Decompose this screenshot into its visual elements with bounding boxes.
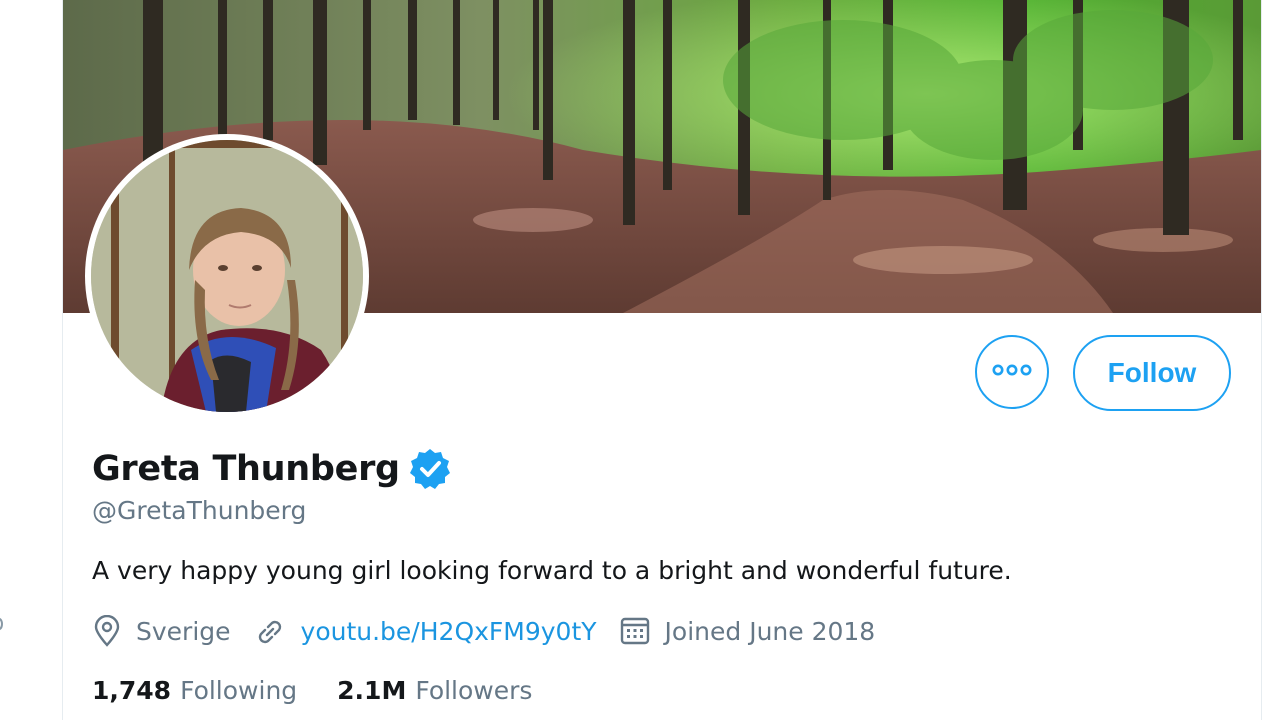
verified-badge-icon [408,447,452,491]
profile-page: Follow Greta Thunberg @GretaThunberg A v… [0,0,1280,720]
website-item: youtu.be/H2QxFM9y0tY [253,615,597,647]
display-name: Greta Thunberg [92,449,400,489]
display-name-row: Greta Thunberg [92,444,452,494]
profile-handle: @GretaThunberg [92,496,307,525]
following-stat[interactable]: 1,748 Following [92,676,297,705]
calendar-icon [619,615,651,647]
profile-avatar[interactable] [85,134,369,418]
more-options-button[interactable] [975,335,1049,409]
follow-button[interactable]: Follow [1073,335,1231,411]
profile-card: Follow Greta Thunberg @GretaThunberg A v… [62,0,1262,720]
profile-bio: A very happy young girl looking forward … [92,556,1012,585]
joined-text: Joined June 2018 [664,616,876,646]
more-horizontal-icon [992,363,1032,381]
location-pin-icon [92,615,122,647]
location-text: Sverige [136,616,231,646]
profile-stats-row: 1,748 Following 2.1M Followers [92,670,572,710]
website-link[interactable]: youtu.be/H2QxFM9y0tY [301,617,597,646]
location-item: Sverige [92,615,231,647]
following-count: 1,748 [92,675,172,705]
profile-meta-row: Sverige youtu.be/H2QxFM9y0tY Joined June… [92,610,897,652]
following-label: Following [180,675,298,705]
partial-left-icon [0,612,6,638]
link-icon [253,615,287,647]
followers-label: Followers [415,675,533,705]
followers-stat[interactable]: 2.1M Followers [337,676,532,705]
joined-item: Joined June 2018 [619,615,876,647]
followers-count: 2.1M [337,675,407,705]
